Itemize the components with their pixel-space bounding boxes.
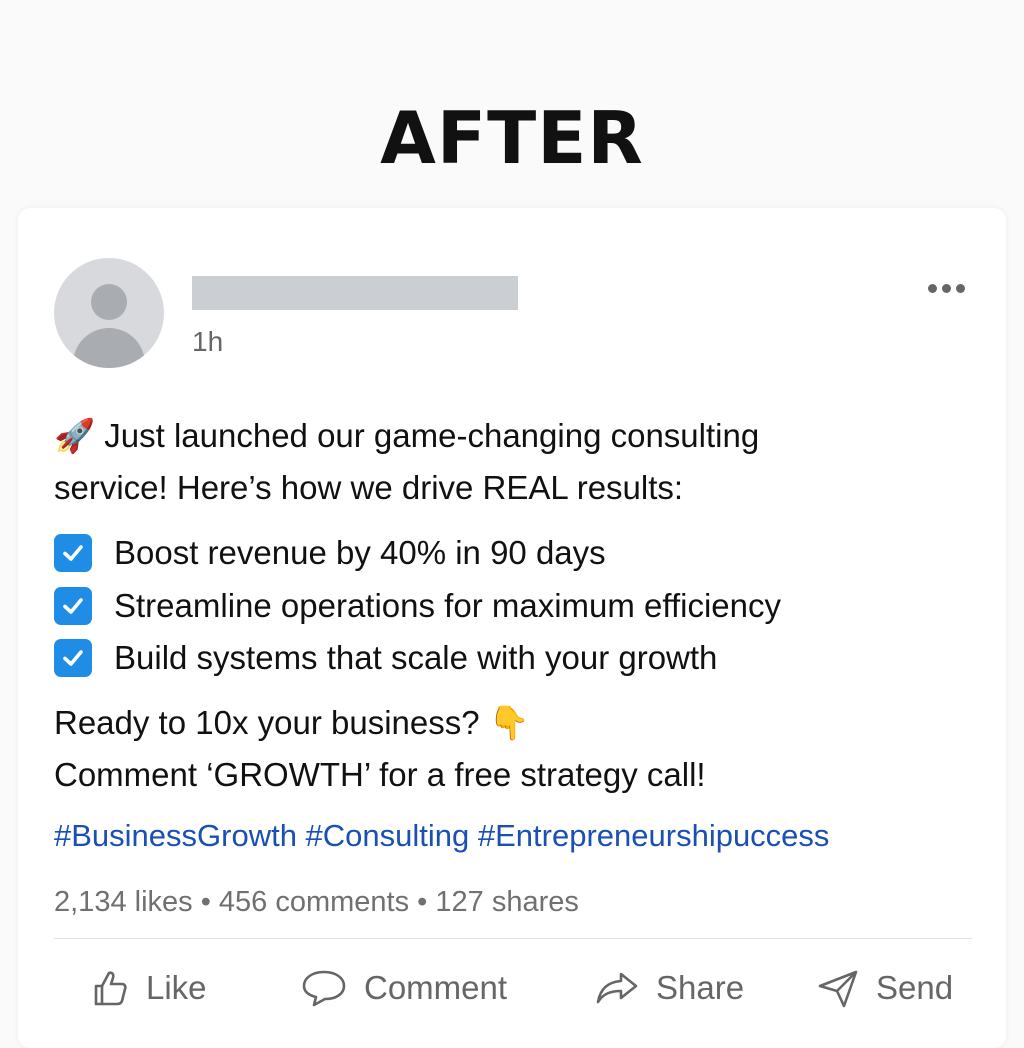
thumbs-up-icon — [94, 971, 127, 1006]
checklist-item-label: Boost revenue by 40% in 90 days — [114, 534, 606, 571]
comment-button[interactable]: Comment — [300, 968, 507, 1008]
page-heading: AFTER — [380, 96, 644, 180]
post-intro-line-1: 🚀 Just launched our game-changing consul… — [54, 417, 760, 454]
post-intro-line-2: service! Here’s how we drive REAL result… — [54, 469, 684, 506]
paper-plane-icon — [818, 970, 858, 1008]
cta-line-2: Comment ‘GROWTH’ for a free strategy cal… — [54, 756, 706, 793]
post-card: 1h 🚀 Just launched our game-changing con… — [18, 208, 1006, 1048]
checkbox-icon — [54, 587, 92, 625]
pointing-down-icon: 👇 — [488, 704, 530, 741]
share-button[interactable]: Share — [594, 968, 744, 1008]
author-name-redacted[interactable] — [192, 276, 518, 310]
comment-label: Comment — [364, 969, 508, 1006]
engagement-stats[interactable]: 2,134 likes • 456 comments • 127 shares — [54, 886, 579, 919]
divider — [54, 938, 972, 939]
checklist-item-label: Build systems that scale with your growt… — [114, 639, 718, 676]
share-label: Share — [656, 969, 745, 1006]
checkbox-icon — [54, 534, 92, 572]
person-icon — [91, 284, 127, 320]
checklist-item: Build systems that scale with your growt… — [54, 638, 717, 678]
avatar[interactable] — [54, 258, 164, 368]
send-button[interactable]: Send — [816, 968, 953, 1008]
comment-bubble-icon — [302, 970, 346, 1007]
like-label: Like — [146, 969, 207, 1006]
share-arrow-icon — [596, 972, 638, 1004]
rocket-icon: 🚀 — [54, 417, 96, 454]
send-label: Send — [876, 969, 954, 1006]
post-time: 1h — [192, 326, 224, 357]
hashtags[interactable]: #BusinessGrowth #Consulting #Entrepreneu… — [54, 818, 829, 854]
action-bar: Like Comment Share Send — [54, 968, 972, 1018]
checklist-item-label: Streamline operations for maximum effici… — [114, 587, 781, 624]
checklist-item: Streamline operations for maximum effici… — [54, 586, 781, 626]
like-button[interactable]: Like — [90, 968, 207, 1008]
checkbox-icon — [54, 639, 92, 677]
cta-line-1: Ready to 10x your business? 👇 — [54, 704, 530, 741]
more-horizontal-icon[interactable] — [928, 284, 965, 293]
checklist-item: Boost revenue by 40% in 90 days — [54, 533, 606, 573]
